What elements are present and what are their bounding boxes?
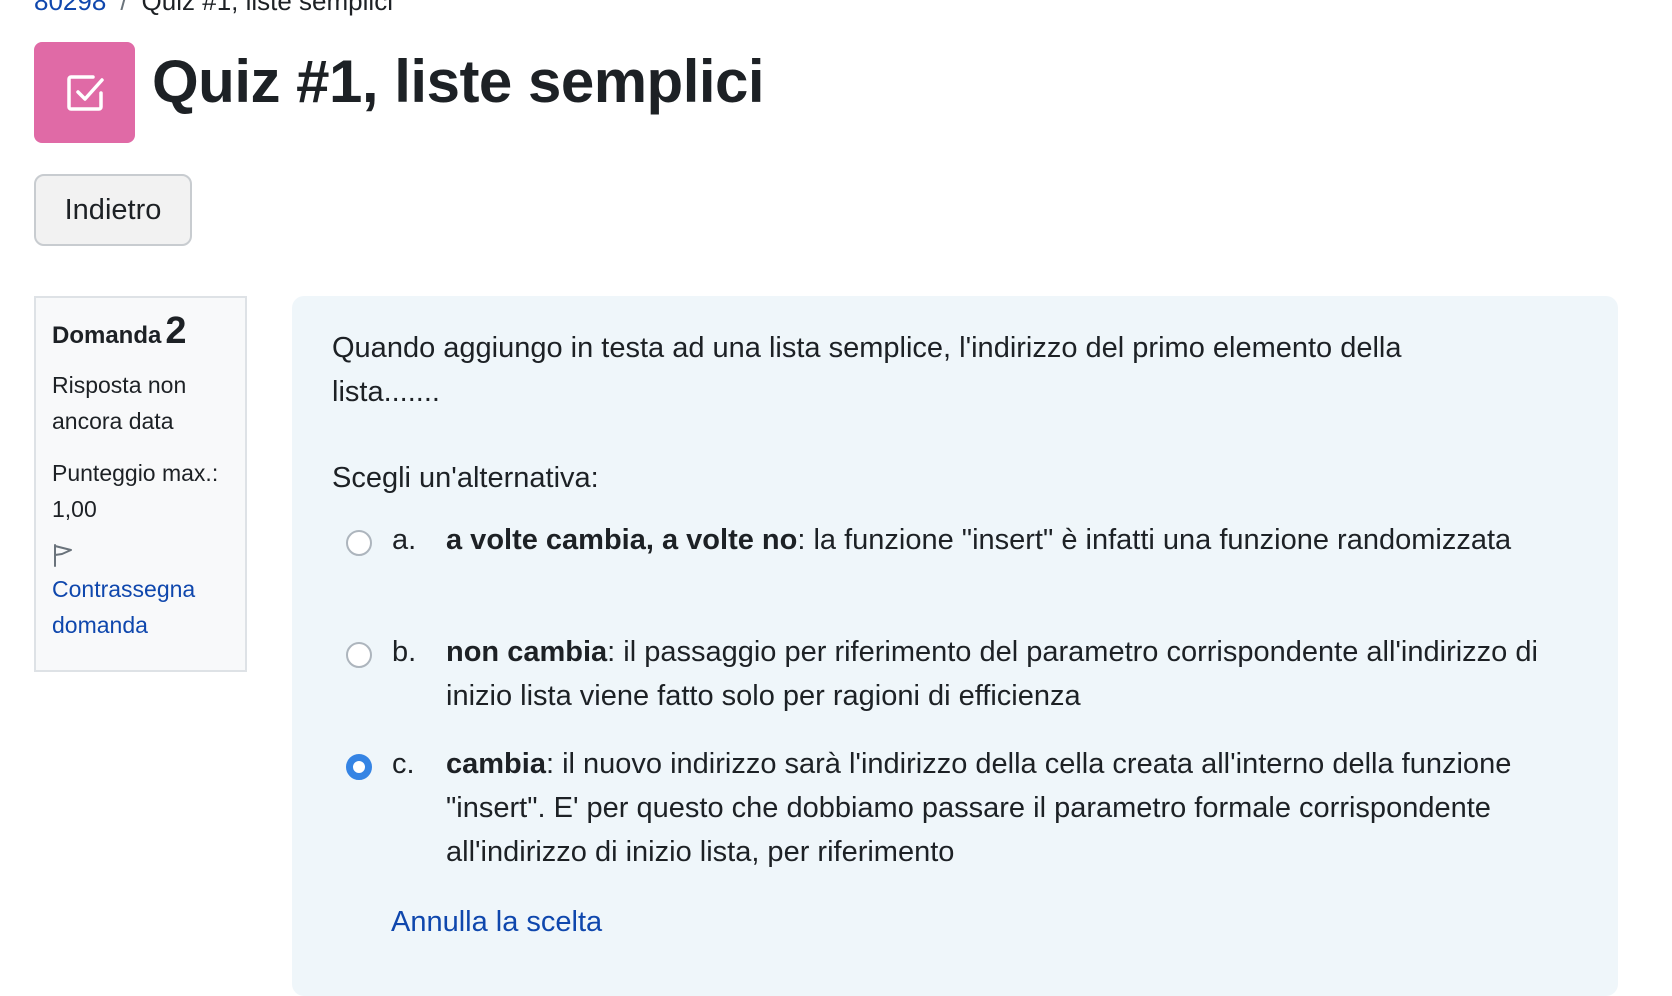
flag-question-link[interactable]: Contrassegna domanda: [52, 571, 229, 643]
clear-choice-link[interactable]: Annulla la scelta: [391, 906, 602, 939]
answer-bold: a volte cambia, a volte no: [446, 524, 798, 556]
answer-rest: : il passaggio per riferimento del param…: [446, 636, 1538, 712]
quiz-checkbox-icon: [34, 42, 135, 143]
answer-option-b[interactable]: b. non cambia: il passaggio per riferime…: [332, 630, 1578, 718]
answer-option-a[interactable]: a. a volte cambia, a volte no: la funzio…: [332, 518, 1578, 606]
answer-prompt: Scegli un'alternativa:: [332, 462, 599, 494]
question-info-panel: Domanda 2 Risposta non ancora data Punteg…: [34, 296, 247, 672]
answer-bold: cambia: [446, 748, 546, 780]
answer-text: non cambia: il passaggio per riferimento…: [446, 630, 1578, 718]
answer-status: Risposta non ancora data: [52, 372, 187, 434]
question-panel: Quando aggiungo in testa ad una lista se…: [292, 296, 1618, 996]
answer-radio-b[interactable]: [346, 642, 372, 668]
question-word: Domanda: [52, 322, 162, 349]
breadcrumb-separator: /: [120, 0, 128, 16]
question-number-label: Domanda 2: [52, 310, 229, 353]
back-button[interactable]: Indietro: [34, 174, 192, 246]
answer-option-c[interactable]: c. cambia: il nuovo indirizzo sarà l'ind…: [332, 742, 1578, 874]
breadcrumb: 80298 / Quiz #1, liste semplici: [34, 0, 393, 14]
breadcrumb-course-link[interactable]: 80298: [34, 0, 106, 16]
page-title: Quiz #1, liste semplici: [152, 48, 765, 115]
answer-rest: : la funzione "insert" è infatti una fun…: [797, 524, 1512, 556]
max-score: Punteggio max.: 1,00: [52, 460, 219, 522]
breadcrumb-current: Quiz #1, liste semplici: [141, 0, 393, 16]
flag-icon[interactable]: [52, 543, 74, 567]
question-text: Quando aggiungo in testa ad una lista se…: [332, 332, 1402, 408]
answer-letter: c.: [392, 748, 415, 780]
answer-text: a volte cambia, a volte no: la funzione …: [446, 518, 1578, 562]
question-number: 2: [165, 310, 187, 352]
answer-radio-c[interactable]: [346, 754, 372, 780]
answer-letter: b.: [392, 636, 417, 668]
answer-radio-a[interactable]: [346, 530, 372, 556]
answer-rest: : il nuovo indirizzo sarà l'indirizzo de…: [446, 748, 1512, 868]
answer-bold: non cambia: [446, 636, 608, 668]
answer-text: cambia: il nuovo indirizzo sarà l'indiri…: [446, 742, 1578, 874]
answer-letter: a.: [392, 524, 417, 556]
